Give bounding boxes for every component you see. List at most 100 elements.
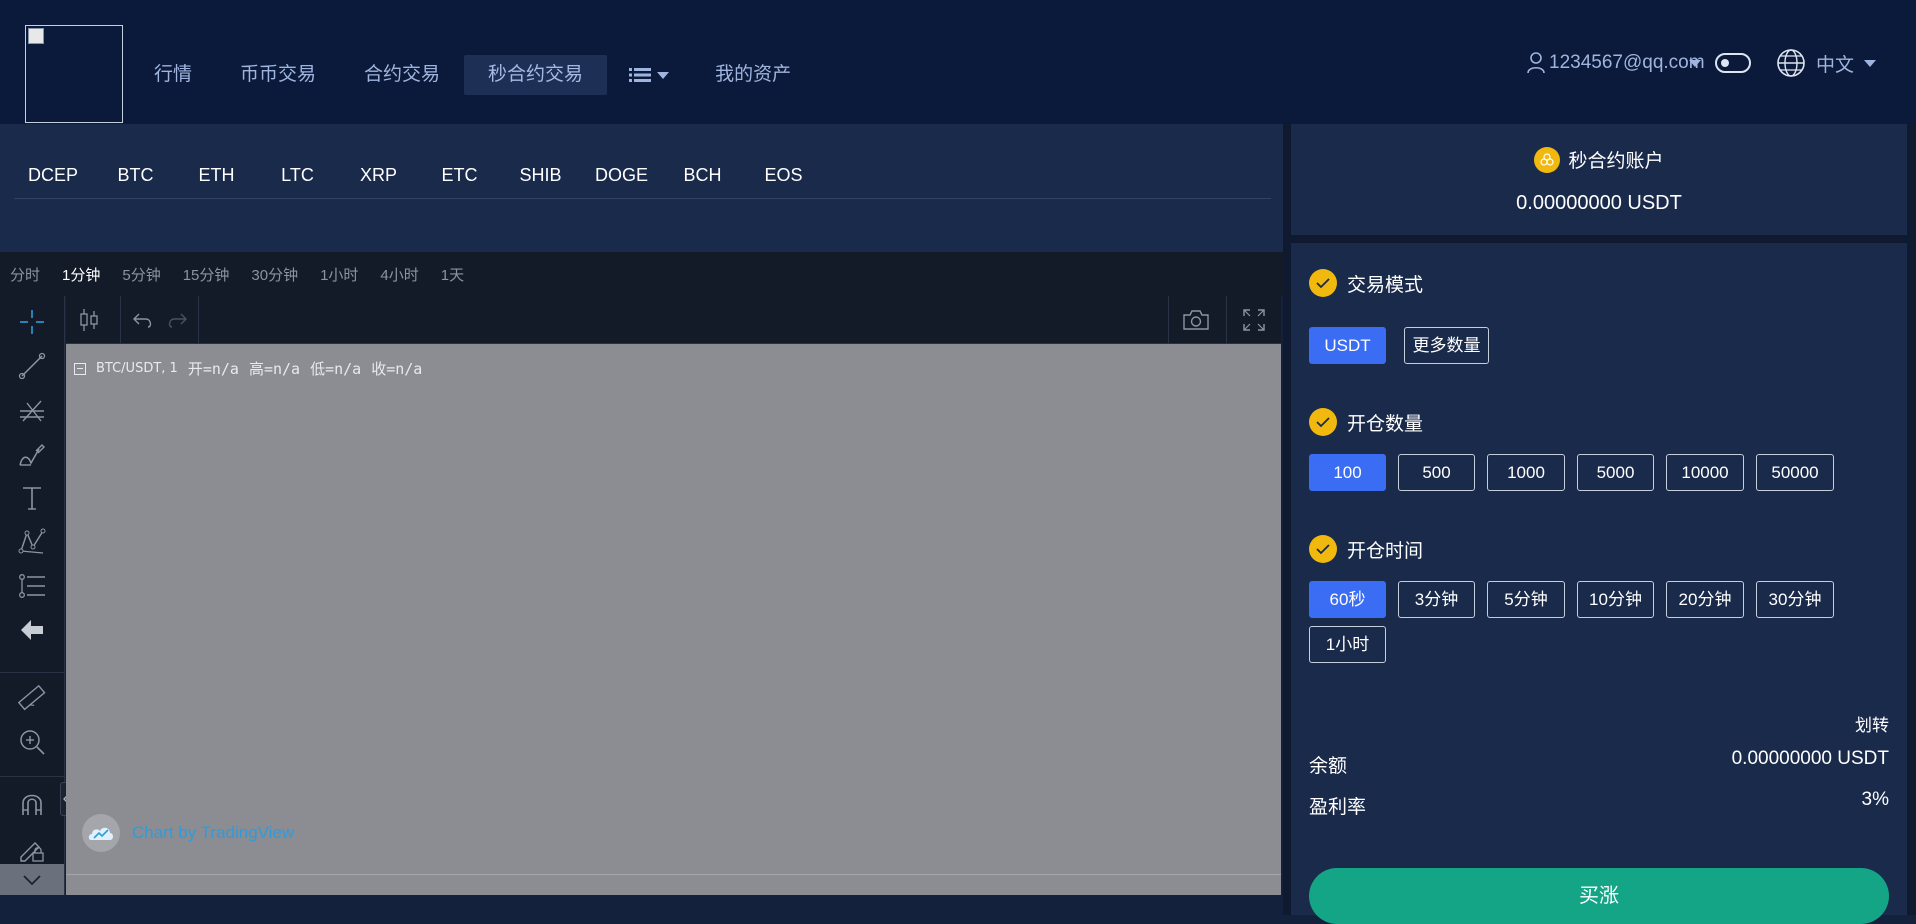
interval-30m[interactable]: 30分钟 [251,264,298,285]
duration-option[interactable]: 10分钟 [1577,581,1654,618]
ohlc-open: 开=n/a [187,360,239,378]
main-nav: 行情 币币交易 合约交易 秒合约交易 我的资产 [130,55,815,95]
measure-tool[interactable] [14,680,50,716]
balance-row: 余额 0.00000000 USDT [1309,748,1889,778]
duration-option[interactable]: 30分钟 [1756,581,1834,618]
top-header: 行情 币币交易 合约交易 秒合约交易 我的资产 1234567@qq.com 中… [0,0,1916,124]
user-menu[interactable]: 1234567@qq.com [1527,48,1751,78]
mode-more-quantity-button[interactable]: 更多数量 [1404,327,1489,364]
theme-toggle[interactable] [1715,53,1751,73]
duration-option[interactable]: 60秒 [1309,581,1386,618]
quantity-option[interactable]: 50000 [1756,454,1834,491]
duration-option[interactable]: 5分钟 [1487,581,1565,618]
prediction-tool[interactable] [14,568,50,604]
quantity-option[interactable]: 100 [1309,454,1386,491]
coin-tab-btc[interactable]: BTC [95,152,176,198]
arrow-left-icon [21,620,43,640]
pattern-icon [18,528,46,554]
transfer-link[interactable]: 划转 [1855,711,1889,736]
tools-expand-button[interactable] [0,864,64,895]
crosshair-icon [20,310,44,334]
duration-option[interactable]: 1小时 [1309,626,1386,663]
coin-tab-doge[interactable]: DOGE [581,152,662,198]
logo-image[interactable] [25,25,123,123]
quantity-option[interactable]: 10000 [1666,454,1744,491]
screenshot-button[interactable] [1178,302,1214,338]
coin-icon [1534,146,1561,173]
coin-tab-ltc[interactable]: LTC [257,152,338,198]
nav-second-contract-trade[interactable]: 秒合约交易 [464,55,608,95]
quantity-option[interactable]: 500 [1398,454,1475,491]
nav-my-assets[interactable]: 我的资产 [691,55,815,95]
ohlc-close: 收=n/a [371,360,423,378]
interval-5m[interactable]: 5分钟 [122,264,160,285]
nav-market[interactable]: 行情 [130,55,216,95]
interval-4h[interactable]: 4小时 [380,264,418,285]
legend-collapse-button[interactable] [74,362,86,375]
redo-icon [168,313,187,328]
ohlc-high: 高=n/a [248,360,301,378]
trend-line-tool[interactable] [14,348,50,384]
tradingview-attribution-link[interactable]: Chart by TradingView [82,814,294,852]
account-title: 秒合约账户 [1291,146,1907,173]
language-label: 中文 [1816,54,1855,76]
interval-bar: 分时 1分钟 5分钟 15分钟 30分钟 1小时 4小时 1天 [0,252,1283,296]
chevron-down-icon [1689,59,1701,67]
coin-tab-eos[interactable]: EOS [743,152,824,198]
price-chart[interactable]: BTC/USDT, 1 开=n/a 高=n/a 低=n/a 收=n/a Char… [66,344,1281,895]
ruler-icon [17,684,46,711]
text-tool[interactable] [14,480,50,516]
duration-option[interactable]: 3分钟 [1398,581,1475,618]
account-title-text: 秒合约账户 [1568,151,1664,172]
coin-tab-etc[interactable]: ETC [419,152,500,198]
chart-type-button[interactable] [74,302,104,338]
chart-symbol: BTC/USDT, 1 [96,361,178,376]
trend-line-icon [18,352,46,380]
lock-drawing-tool[interactable] [14,830,50,866]
crosshair-tool[interactable] [14,304,50,340]
interval-15m[interactable]: 15分钟 [183,264,230,285]
brush-tool[interactable] [14,436,50,472]
interval-1h[interactable]: 1小时 [320,264,358,285]
brush-icon [19,444,45,466]
coin-tab-bch[interactable]: BCH [662,152,743,198]
duration-heading: 开仓时间 [1309,535,1423,563]
nav-more-menu[interactable] [607,55,691,95]
buy-up-button[interactable]: 买涨 [1309,868,1889,924]
redo-button[interactable] [162,302,192,338]
chart-legend: BTC/USDT, 1 开=n/a 高=n/a 低=n/a 收=n/a [74,358,422,379]
quantity-title: 开仓数量 [1347,413,1424,435]
interval-tick[interactable]: 分时 [10,264,40,285]
check-icon [1309,535,1337,563]
user-icon [1527,52,1545,74]
arrow-tool[interactable] [14,612,50,648]
undo-icon [133,313,152,328]
pattern-tool[interactable] [14,524,50,560]
pencil-lock-icon [20,842,44,862]
fib-tool[interactable] [14,392,50,428]
interval-1d[interactable]: 1天 [441,264,464,285]
drawing-tools-sidebar [0,296,65,895]
trade-panel: 交易模式 USDT 更多数量 开仓数量 100 500 1000 5000 10… [1291,243,1907,924]
coin-tab-eth[interactable]: ETH [176,152,257,198]
zoom-tool[interactable] [14,724,50,760]
magnet-tool[interactable] [14,786,50,822]
coin-tab-xrp[interactable]: XRP [338,152,419,198]
undo-button[interactable] [128,302,158,338]
chart-toolbar [66,296,1281,344]
trade-mode-heading: 交易模式 [1309,269,1423,297]
interval-1m[interactable]: 1分钟 [62,264,100,285]
quantity-option[interactable]: 1000 [1487,454,1565,491]
mode-usdt-button[interactable]: USDT [1309,327,1386,364]
nav-contract-trade[interactable]: 合约交易 [340,55,464,95]
fullscreen-button[interactable] [1236,302,1272,338]
profit-rate-label: 盈利率 [1309,797,1367,818]
coin-tab-shib[interactable]: SHIB [500,152,581,198]
profit-rate-value: 3% [1861,789,1889,810]
duration-option[interactable]: 20分钟 [1666,581,1744,618]
coin-tab-dcep[interactable]: DCEP [14,152,95,198]
list-icon [629,68,652,82]
quantity-option[interactable]: 5000 [1577,454,1654,491]
language-selector[interactable]: 中文 [1776,48,1877,78]
nav-spot-trade[interactable]: 币币交易 [216,55,340,95]
